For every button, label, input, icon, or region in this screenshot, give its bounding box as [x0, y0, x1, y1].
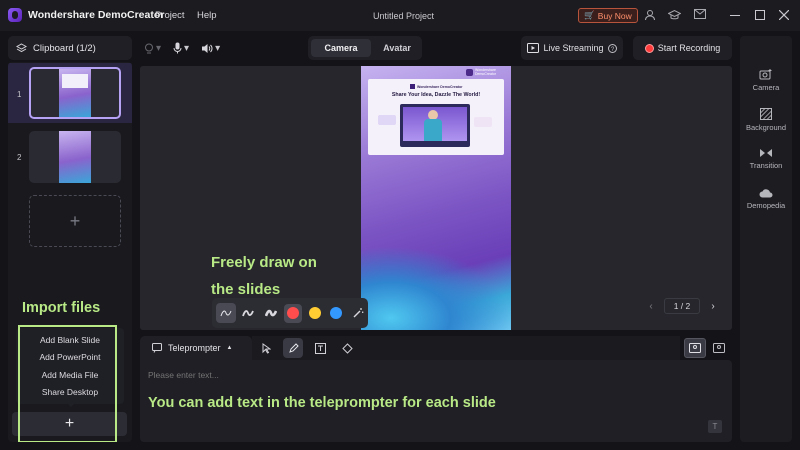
text-format-icon[interactable]: T [708, 420, 722, 433]
start-recording-button[interactable]: Start Recording [633, 36, 732, 60]
rp-transition-label: Transition [749, 161, 783, 170]
start-recording-label: Start Recording [657, 43, 721, 53]
rp-transition[interactable]: Transition [740, 148, 792, 170]
app-title: Wondershare DemoCreator [28, 9, 165, 21]
microphone-icon[interactable]: ▾ [173, 42, 189, 54]
plus-icon: + [69, 210, 81, 231]
clipboard-title: Clipboard (1/2) [33, 42, 96, 54]
layout-card-icon[interactable] [684, 338, 706, 358]
minimize-icon[interactable] [730, 15, 740, 17]
webcam-icon[interactable]: ▾ [144, 43, 161, 54]
add-slide-button[interactable]: + [29, 195, 121, 247]
transition-icon [759, 148, 773, 158]
menu-project[interactable]: Project [155, 10, 185, 21]
brush-medium-icon[interactable] [239, 303, 259, 323]
slide-thumbnail-1[interactable] [29, 67, 121, 119]
record-dot-icon [644, 43, 654, 53]
slide-brand-text: Wondershare DemoCreator [475, 68, 497, 76]
slide-thumbnail-2[interactable] [29, 131, 121, 183]
teleprompter-tools [252, 336, 680, 360]
device-bar: ▾ ▾ ▾ [140, 36, 232, 60]
card-brand-text: Wondershare DemoCreator [417, 84, 463, 89]
annotation-teleprompter: You can add text in the teleprompter for… [148, 395, 496, 411]
layout-person-icon[interactable] [708, 338, 730, 358]
magic-wand-icon[interactable] [348, 303, 368, 323]
slide-pager: ‹ 1 / 2 › [644, 298, 720, 314]
account-icon[interactable] [644, 9, 656, 21]
graduation-cap-icon[interactable] [668, 9, 681, 21]
live-icon [527, 43, 540, 53]
slide-headline: Share Your Idea, Dazzle The World! [391, 92, 481, 98]
brush-thick-icon[interactable] [261, 303, 281, 323]
rp-demopedia[interactable]: Demopedia [740, 188, 792, 210]
slide-brand: Wondershare DemoCreator [466, 68, 501, 76]
page-indicator: 1 / 2 [664, 298, 700, 314]
rp-background[interactable]: Background [740, 108, 792, 132]
slide-content-card: Wondershare DemoCreator Share Your Idea,… [368, 79, 504, 155]
annotation-highlight-box [18, 325, 117, 442]
text-box-icon[interactable] [310, 338, 330, 358]
annotation-draw: Freely draw on the slides [211, 249, 317, 303]
close-icon[interactable] [779, 10, 789, 20]
buy-now-label: Buy Now [597, 10, 632, 21]
help-icon[interactable]: ? [607, 43, 617, 53]
teleprompter-label: Teleprompter [168, 343, 221, 353]
eraser-icon[interactable] [337, 338, 357, 358]
live-streaming-label: Live Streaming [543, 43, 604, 53]
slide-panel: 1 2 + Import files Add Blank Slide Add P… [8, 62, 132, 442]
cart-icon: 🛒 [584, 10, 595, 20]
slide-preview[interactable]: Wondershare DemoCreator Wondershare Demo… [361, 66, 511, 330]
color-red-swatch[interactable] [283, 303, 303, 323]
next-slide-chevron-icon[interactable]: › [706, 298, 720, 314]
chat-icon [152, 343, 162, 353]
clipboard-header: Clipboard (1/2) [8, 36, 132, 60]
pointer-icon[interactable] [256, 338, 276, 358]
card-logo-icon [410, 84, 415, 89]
pen-icon[interactable] [283, 338, 303, 358]
color-yellow-swatch[interactable] [305, 304, 324, 323]
layers-icon [16, 42, 27, 54]
title-bar: Wondershare DemoCreator Project Help Unt… [0, 0, 800, 31]
brush-thin-icon[interactable] [216, 303, 236, 323]
rp-demopedia-label: Demopedia [746, 201, 786, 210]
mail-icon[interactable] [694, 9, 706, 19]
document-title: Untitled Project [373, 11, 435, 21]
draw-toolbar [212, 298, 368, 328]
live-streaming-button[interactable]: Live Streaming ? [521, 36, 623, 60]
slide-number: 1 [17, 90, 22, 99]
slide-number: 2 [17, 153, 22, 162]
slide-laptop-image [400, 104, 470, 147]
caret-up-icon: ▲ [226, 345, 233, 351]
prev-slide-chevron-icon[interactable]: ‹ [644, 298, 658, 314]
annotation-import-files: Import files [22, 300, 101, 316]
tab-avatar[interactable]: Avatar [374, 39, 420, 57]
teleprompter-tab[interactable]: Teleprompter ▲ [140, 336, 252, 360]
annotation-draw-line1: Freely draw on [211, 254, 317, 271]
background-icon [760, 108, 772, 120]
mode-tabs: Camera Avatar [308, 36, 422, 60]
teleprompter-panel: You can add text in the teleprompter for… [140, 360, 732, 442]
teleprompter-input[interactable] [148, 370, 708, 380]
brand-logo-icon [466, 69, 473, 76]
right-panel: Camera Background Transition Demopedia [740, 36, 792, 442]
speaker-icon[interactable]: ▾ [201, 43, 220, 54]
menu-help[interactable]: Help [197, 10, 217, 21]
layout-buttons [684, 336, 732, 360]
tab-camera[interactable]: Camera [311, 39, 371, 57]
rp-background-label: Background [745, 123, 787, 132]
maximize-icon[interactable] [755, 10, 765, 20]
camera-plus-icon [759, 68, 773, 80]
cloud-icon [759, 188, 773, 198]
app-logo-icon [8, 8, 22, 22]
color-blue-swatch[interactable] [327, 304, 346, 323]
buy-now-button[interactable]: 🛒 Buy Now [578, 8, 638, 23]
rp-camera-label: Camera [752, 83, 780, 92]
rp-camera[interactable]: Camera [740, 68, 792, 92]
